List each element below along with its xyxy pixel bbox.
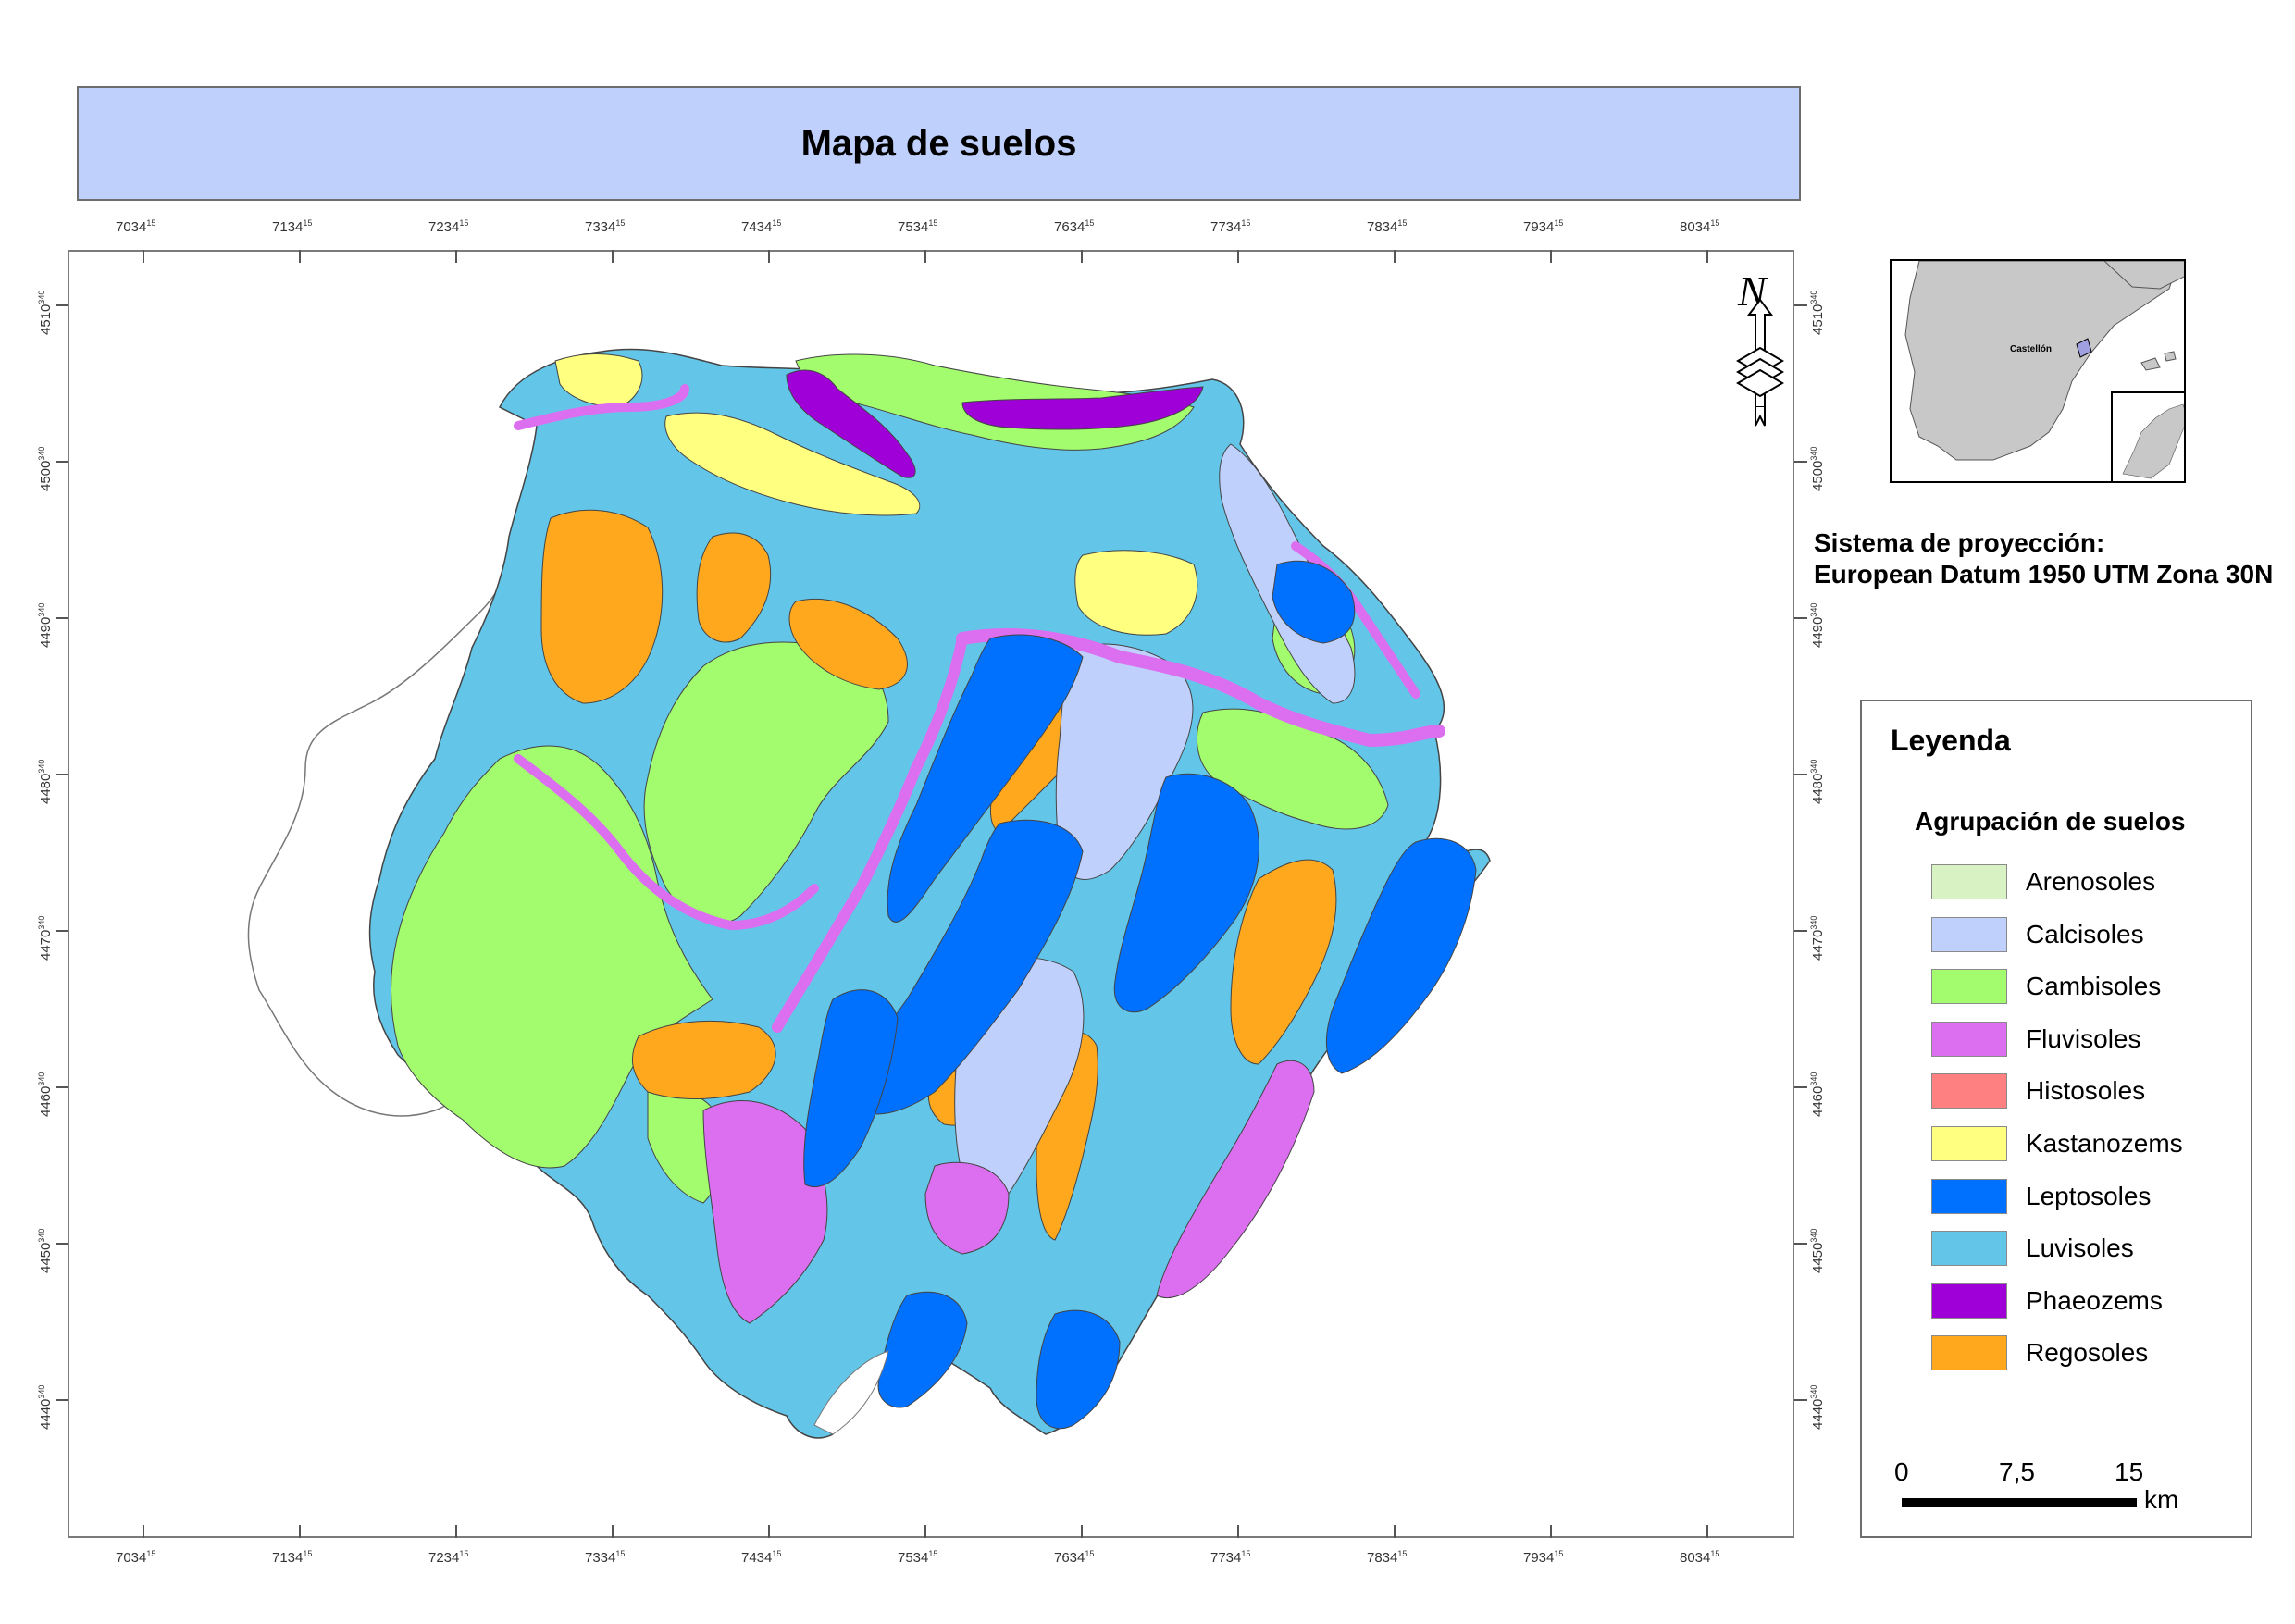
inset-location-map: Castellón — [1890, 259, 2186, 483]
balearic-2 — [2164, 351, 2177, 362]
y-tick-label: 4500340 — [37, 446, 54, 491]
y-tick-label: 4460340 — [1809, 1072, 1826, 1117]
x-tick-label: 783415 — [1367, 1549, 1408, 1566]
legend-item: Calcisoles — [1931, 915, 2144, 954]
projection-info: Sistema de proyección: European Datum 19… — [1814, 527, 2273, 590]
y-tick-label: 4480340 — [1809, 759, 1826, 804]
y-tick-label: 4440340 — [1809, 1384, 1826, 1430]
legend-item: Fluvisoles — [1931, 1020, 2140, 1059]
x-tick-label: 723415 — [428, 1549, 469, 1566]
legend-item: Kastanozems — [1931, 1124, 2183, 1163]
y-tick-label: 4460340 — [37, 1072, 54, 1117]
x-tick-label: 713415 — [272, 218, 313, 235]
x-tick-label: 703415 — [116, 1549, 156, 1566]
iberia-inset-svg: Castellón — [1904, 261, 2184, 481]
x-tick-label: 743415 — [741, 218, 782, 235]
region-regosoles-sw — [631, 1020, 776, 1099]
x-tick-label: 753415 — [898, 1549, 938, 1566]
inset-label: Castellón — [2010, 344, 2052, 354]
legend-swatch — [1931, 1021, 2007, 1057]
legend-item: Luvisoles — [1931, 1229, 2134, 1268]
projection-line-2: European Datum 1950 UTM Zona 30N — [1814, 560, 2274, 589]
x-tick-label: 723415 — [428, 218, 469, 235]
y-tick-label: 4470340 — [37, 915, 54, 961]
legend-label: Phaeozems — [2026, 1285, 2163, 1315]
legend-label: Luvisoles — [2026, 1233, 2134, 1263]
legend-swatch — [1931, 969, 2007, 1005]
legend-swatch — [1931, 916, 2007, 952]
legend-label: Calcisoles — [2026, 919, 2144, 948]
legend-item: Leptosoles — [1931, 1177, 2151, 1216]
x-tick-label: 783415 — [1367, 218, 1408, 235]
north-arrow-icon: N — [1736, 267, 1784, 427]
x-tick-label: 703415 — [116, 218, 156, 235]
legend-item: Cambisoles — [1931, 967, 2161, 1006]
legend-item: Arenosoles — [1931, 862, 2155, 901]
legend-title: Leyenda — [1891, 724, 2011, 757]
legend-swatch — [1931, 1231, 2007, 1267]
legend-swatch — [1931, 1283, 2007, 1319]
y-tick-label: 4510340 — [37, 290, 54, 335]
scale-unit: km — [2144, 1485, 2179, 1514]
x-tick-label: 763415 — [1054, 218, 1095, 235]
x-tick-label: 743415 — [741, 1549, 782, 1566]
x-tick-label: 753415 — [898, 218, 938, 235]
scale-label-0: 0 — [1894, 1457, 1909, 1486]
y-tick-label: 4470340 — [1809, 915, 1826, 961]
y-tick-label: 4490340 — [1809, 602, 1826, 648]
x-tick-label: 803415 — [1680, 218, 1720, 235]
x-tick-label: 713415 — [272, 1549, 313, 1566]
legend-swatch — [1931, 1335, 2007, 1371]
scale-label-mid: 7,5 — [1999, 1457, 2035, 1486]
legend-label: Arenosoles — [2026, 867, 2156, 896]
x-tick-label: 763415 — [1054, 1549, 1095, 1566]
x-tick-label: 773415 — [1210, 1549, 1251, 1566]
y-tick-label: 4450340 — [1809, 1228, 1826, 1273]
legend-label: Kastanozems — [2026, 1129, 2183, 1158]
legend-item: Phaeozems — [1931, 1282, 2163, 1320]
y-tick-label: 4500340 — [1809, 446, 1826, 491]
scale-label-end: 15 — [2115, 1457, 2144, 1486]
legend-swatch — [1931, 864, 2007, 899]
projection-line-1: Sistema de proyección: — [1814, 528, 2105, 557]
legend-item: Histosoles — [1931, 1072, 2145, 1110]
y-tick-label: 4480340 — [37, 759, 54, 804]
legend-subtitle: Agrupación de suelos — [1915, 807, 2186, 836]
legend-label: Cambisoles — [2026, 972, 2162, 1001]
legend-label: Leptosoles — [2026, 1181, 2152, 1210]
x-tick-label: 793415 — [1523, 1549, 1564, 1566]
scale-bar: 0 7,5 15 km — [1892, 1457, 2198, 1522]
x-tick-label: 733415 — [585, 1549, 626, 1566]
y-tick-label: 4440340 — [37, 1384, 54, 1430]
x-tick-label: 793415 — [1523, 218, 1564, 235]
legend-swatch — [1931, 1073, 2007, 1110]
scale-bar-line — [1902, 1498, 2137, 1507]
legend: Leyenda Agrupación de suelos Arenosoles C… — [1860, 700, 2252, 1538]
balearic-1 — [2140, 357, 2161, 371]
legend-label: Fluvisoles — [2026, 1023, 2141, 1053]
x-tick-label: 773415 — [1210, 218, 1251, 235]
y-tick-label: 4490340 — [37, 602, 54, 648]
region-leptosoles-7 — [1036, 1309, 1121, 1430]
y-tick-label: 4510340 — [1809, 290, 1826, 335]
x-tick-label: 803415 — [1680, 1549, 1720, 1566]
legend-item: Regosoles — [1931, 1333, 2148, 1372]
y-tick-label: 4450340 — [37, 1228, 54, 1273]
legend-swatch — [1931, 1126, 2007, 1161]
legend-label: Histosoles — [2026, 1076, 2146, 1106]
legend-label: Regosoles — [2026, 1338, 2149, 1368]
legend-swatch — [1931, 1178, 2007, 1214]
x-tick-label: 733415 — [585, 218, 626, 235]
